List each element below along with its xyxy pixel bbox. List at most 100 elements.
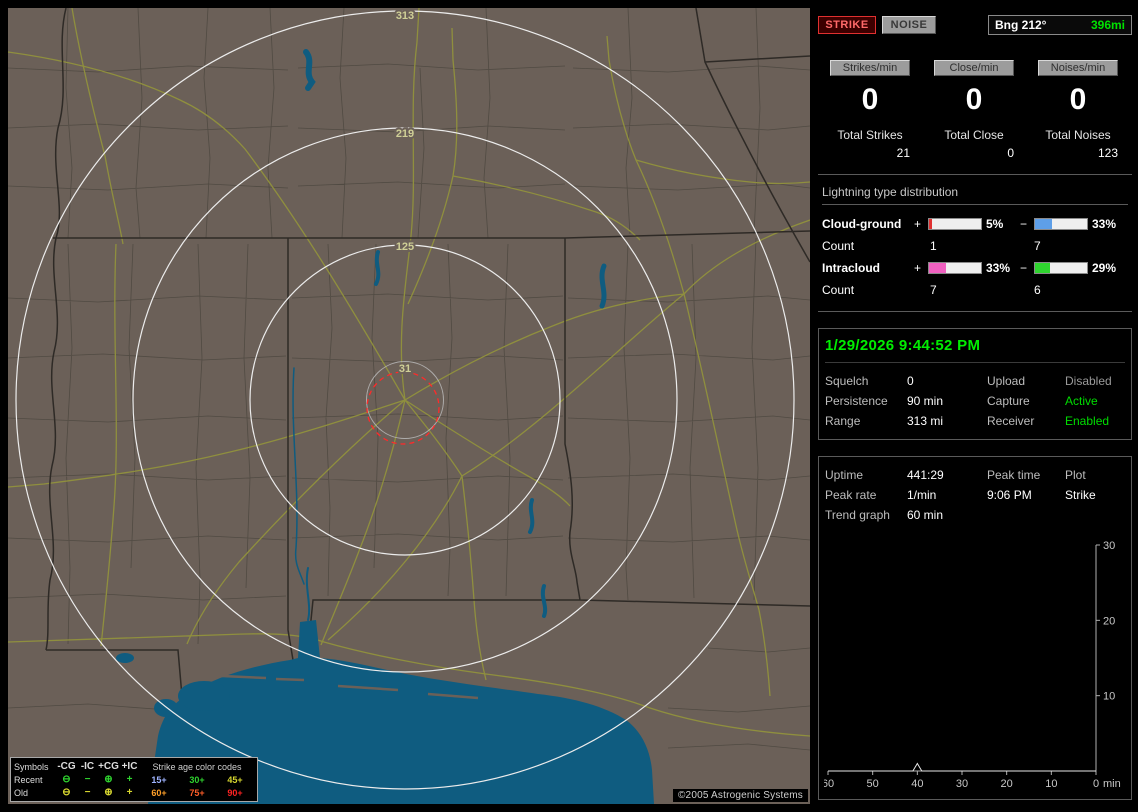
squelch-value: 0 [907,374,914,388]
total-strikes-label: Total Strikes [837,128,903,142]
svg-text:20: 20 [1103,615,1115,627]
cg-plus-pct: 5% [986,217,1004,231]
map-attribution: ©2005 Astrogenic Systems [672,789,808,802]
range-value: 313 mi [907,414,944,428]
bearing-display: Bng 212° 396mi [988,15,1132,35]
cloud-ground-label: Cloud-ground [822,217,902,231]
neg-cg-old-icon: ⊖ [62,787,71,798]
map-canvas: 313 219 125 31 [8,8,810,804]
svg-text:10: 10 [1103,691,1115,703]
capture-status: Active [1065,394,1098,408]
strike-indicator-button[interactable]: STRIKE [818,16,876,34]
ic-minus-count: 6 [1034,283,1041,297]
age-90: 90+ [227,787,243,798]
settings-row: Persistence 90 min Capture Active [825,391,1125,411]
lightning-distribution: Lightning type distribution Cloud-ground… [818,175,1132,312]
svg-text:60: 60 [824,778,834,790]
neg-ic-old-icon: − [84,787,91,798]
age-30: 30+ [189,774,205,785]
neg-ic-recent-icon: − [84,774,91,785]
range-label-313: 313 [396,10,414,22]
close-counter: Close/min 0 Total Close 0 [922,60,1026,160]
squelch-label: Squelch [825,374,869,388]
cloud-ground-row: Cloud-ground + 5% − 33% [822,213,1128,235]
peak-rate-label: Peak rate [825,488,877,502]
uptime-label: Uptime [825,468,864,482]
rate-counters: Strikes/min 0 Total Strikes 21 Close/min… [818,60,1132,175]
svg-text:0: 0 [1093,778,1099,790]
age-45: 45+ [227,774,243,785]
noise-indicator-button[interactable]: NOISE [882,16,936,34]
peak-time-value: 9:06 PM [987,488,1032,502]
range-label-31: 31 [399,363,411,375]
plot-value: Strike [1065,488,1096,502]
map-legend: Symbols -CG -IC +CG +IC Strike age color… [10,757,258,802]
close-per-min-button[interactable]: Close/min [934,60,1014,76]
datetime-display: 1/29/2026 9:44:52 PM [825,337,1125,363]
pos-ic-old-icon: + [126,787,133,798]
control-panel: STRIKE NOISE Bng 212° 396mi Strikes/min … [818,8,1132,804]
svg-text:10: 10 [1045,778,1057,790]
small-lake [116,653,134,663]
intracloud-row: Intracloud + 33% − 29% [822,257,1128,279]
lake-maurepas [154,699,178,717]
close-per-min-value: 0 [965,83,983,116]
noises-counter: Noises/min 0 Total Noises 123 [1026,60,1130,160]
lake-pontchartrain [178,681,230,711]
status-row: Trend graph 60 min [825,505,1125,525]
strikes-counter: Strikes/min 0 Total Strikes 21 [818,60,922,160]
noises-per-min-value: 0 [1069,83,1087,116]
count-label: Count [822,283,855,297]
settings-row: Range 313 mi Receiver Enabled [825,411,1125,431]
age-75: 75+ [189,787,205,798]
receiver-status: Enabled [1065,414,1110,428]
ic-plus-count: 7 [930,283,937,297]
total-close-label: Total Close [944,128,1004,142]
ic-minus-bar [1034,262,1088,274]
strikes-per-min-button[interactable]: Strikes/min [830,60,910,76]
upload-label: Upload [987,374,1026,388]
count-label: Count [822,239,855,253]
legend-col-pos-cg: +CG [98,761,119,772]
settings-row: Squelch 0 Upload Disabled [825,371,1125,391]
bearing-value: Bng 212° [995,18,1047,32]
lightning-map[interactable]: 313 219 125 31 Symbols -CG -IC +CG +IC S… [8,8,810,804]
range-label: Range [825,414,861,428]
noises-per-min-button[interactable]: Noises/min [1038,60,1118,76]
trend-graph-label: Trend graph [825,508,890,522]
svg-text:30: 30 [1103,540,1115,552]
legend-row-old: Old ⊖ − ⊕ + 60+ 75+ 90+ [14,786,254,799]
legend-recent-label: Recent [14,774,43,785]
legend-col-pos-ic: +IC [121,761,138,772]
minus-sign: − [1020,217,1028,231]
strikes-per-min-value: 0 [861,83,879,116]
receiver-label: Receiver [987,414,1035,428]
ic-plus-bar [928,262,982,274]
total-close-value: 0 [1007,146,1014,160]
age-15: 15+ [151,774,167,785]
uptime-trend-box: Uptime 441:29 Peak time Plot Peak rate 1… [818,456,1132,800]
capture-label: Capture [987,394,1030,408]
total-noises-label: Total Noises [1045,128,1111,142]
neg-cg-recent-icon: ⊖ [62,774,71,785]
nexstorm-window: 313 219 125 31 Symbols -CG -IC +CG +IC S… [0,0,1138,812]
cg-minus-bar [1034,218,1088,230]
legend-row-recent: Recent ⊖ − ⊕ + 15+ 30+ 45+ [14,773,254,786]
cg-plus-count: 1 [930,239,937,253]
range-label-125: 125 [396,241,414,253]
intracloud-count-row: Count 7 6 [822,279,1128,301]
distribution-title: Lightning type distribution [822,185,1128,205]
legend-col-neg-cg: -CG [57,761,76,772]
bearing-distance: 396mi [1090,18,1125,32]
trend-graph-value: 60 min [907,508,944,522]
pos-ic-recent-icon: + [126,774,133,785]
status-row: Peak rate 1/min 9:06 PM Strike [825,485,1125,505]
range-label-219: 219 [396,128,414,140]
pos-cg-recent-icon: ⊕ [104,774,113,785]
receiver-settings: 1/29/2026 9:44:52 PM Squelch 0 Upload Di… [818,328,1132,440]
age-60: 60+ [151,787,167,798]
cloud-ground-count-row: Count 1 7 [822,235,1128,257]
svg-text:40: 40 [911,778,923,790]
plus-sign: + [914,217,922,231]
svg-text:min: min [1103,778,1121,790]
